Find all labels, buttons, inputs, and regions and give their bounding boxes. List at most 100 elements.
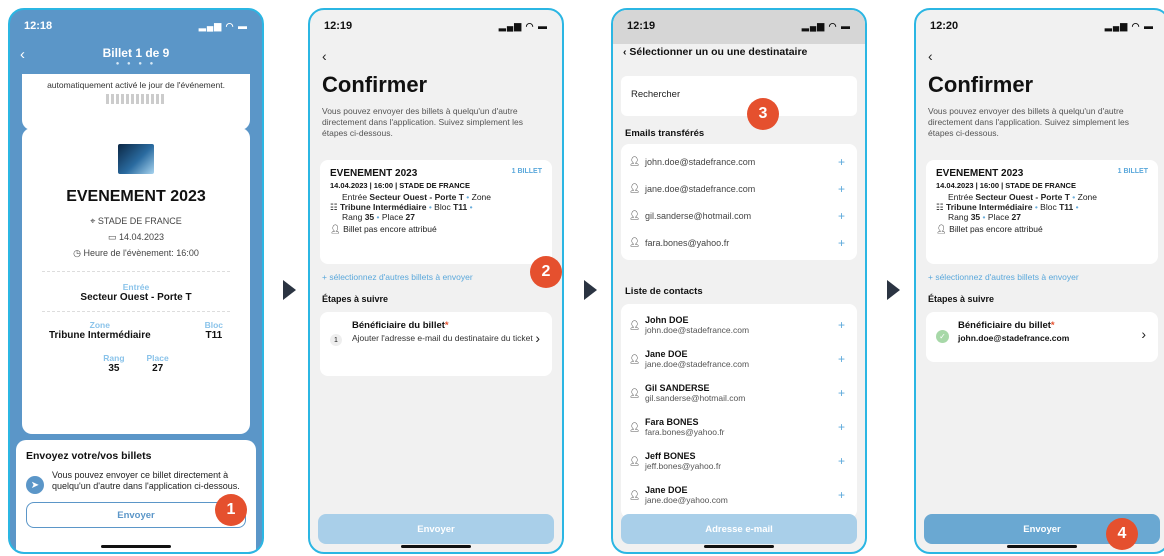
add-icon[interactable]: + (838, 488, 845, 502)
contact-row[interactable]: 👤︎ John DOE john.doe@stadefrance.com + (629, 308, 849, 342)
step-badge-4: 4 (1106, 518, 1138, 550)
email-row[interactable]: 👤︎ gil.sanderse@hotmail.com + (629, 202, 849, 229)
steps-title: Étapes à suivre (322, 294, 389, 304)
add-icon[interactable]: + (838, 155, 845, 169)
back-chevron-icon[interactable]: ‹ (928, 48, 933, 64)
place-value: 27 (152, 363, 164, 374)
zone-label: Zone (471, 192, 491, 202)
email-row[interactable]: 👤︎ fara.bones@yahoo.fr + (629, 229, 849, 256)
home-indicator (704, 545, 774, 548)
person-icon: 👤︎ (936, 224, 950, 235)
send-button[interactable]: Envoyer (318, 514, 554, 544)
pager-dots-icon: ● ● ● ● (115, 61, 157, 67)
select-more-tickets-link[interactable]: + sélectionnez d'autres billets à envoye… (928, 272, 1079, 282)
place-label: Place (381, 211, 404, 222)
place-value: 27 (405, 211, 416, 222)
entree-value: Secteur Ouest - Porte T (80, 292, 192, 303)
next-arrow-icon (887, 280, 900, 300)
add-icon[interactable]: + (838, 420, 845, 434)
seat-icon: ☷ (936, 201, 946, 212)
email-address-button[interactable]: Adresse e-mail (621, 514, 857, 544)
rang-label: Rang (948, 211, 969, 222)
add-icon[interactable]: + (838, 386, 845, 400)
add-icon[interactable]: + (838, 236, 845, 250)
tutorial-stage: 12:18 ▂▄▆ ◠ ▬ ‹ Billet 1 de 9 ● ● ● ● au… (0, 0, 1164, 556)
home-indicator (401, 545, 471, 548)
back-chevron-icon[interactable]: ‹ (322, 48, 327, 64)
contact-row[interactable]: 👤︎ Jeff BONES jeff.bones@yahoo.fr + (629, 444, 849, 478)
home-indicator (1007, 545, 1077, 548)
contact-row[interactable]: 👤︎ Jane DOE jane.doe@yahoo.com + (629, 478, 849, 512)
home-indicator (101, 545, 171, 548)
page-title: Confirmer (928, 72, 1034, 97)
page-subtitle: Vous pouvez envoyer des billets à quelqu… (322, 106, 523, 139)
person-icon: 👤︎ (330, 224, 344, 235)
ticket-count: 1 BILLET (511, 168, 542, 175)
divider (42, 271, 230, 272)
status-time: 12:19 (324, 20, 353, 32)
contact-row[interactable]: 👤︎ Gil SANDERSE gil.sanderse@hotmail.com + (629, 376, 849, 410)
ticket-card: EVENEMENT 2023 ⌖ STADE DE FRANCE ▭ 14.04… (22, 128, 250, 434)
person-icon: 👤︎ (629, 353, 641, 364)
send-description: Vous pouvez envoyer ce billet directemen… (52, 470, 240, 492)
person-icon: 👤︎ (629, 156, 641, 166)
beneficiary-step[interactable]: ✓ Bénéficiaire du billet* john.doe@stade… (926, 312, 1158, 362)
phone-select-recipient: 12:19 ▂▄▆ ◠ ▬ ‹ Sélectionner un ou une d… (611, 8, 867, 554)
add-icon[interactable]: + (838, 318, 845, 332)
contact-email: gil.sanderse@hotmail.com (645, 393, 746, 403)
event-time: Heure de l'évènement: 16:00 (83, 248, 199, 258)
entry-label: Entrée (948, 192, 974, 202)
person-icon: 👤︎ (629, 237, 641, 247)
place-label: Place (987, 211, 1010, 222)
email-text: jane.doe@stadefrance.com (645, 183, 756, 194)
bloc-value: T11 (1059, 201, 1074, 212)
email-row[interactable]: 👤︎ jane.doe@stadefrance.com + (629, 175, 849, 202)
send-button[interactable]: Envoyer (26, 502, 246, 528)
phone-confirm-empty: 12:19 ▂▄▆ ◠ ▬ ‹ Confirmer Vous pouvez en… (308, 8, 564, 554)
rang-label: Rang (342, 211, 363, 222)
contact-name: Jeff BONES (645, 451, 696, 461)
add-icon[interactable]: + (838, 209, 845, 223)
beneficiary-step[interactable]: Bénéficiaire du billet* 1 Ajouter l'adre… (320, 312, 552, 376)
next-arrow-icon (283, 280, 296, 300)
location-pin-icon: ⌖ (90, 216, 98, 226)
select-more-tickets-link[interactable]: + sélectionnez d'autres billets à envoye… (322, 272, 473, 282)
place-value: 27 (1011, 211, 1022, 222)
ticket-status: Billet pas encore attribué (949, 224, 1043, 235)
contact-name: John DOE (645, 315, 689, 325)
rang-value: 35 (108, 363, 120, 374)
status-bar: 12:19 ▂▄▆ ◠ ▬ (324, 18, 548, 34)
ticket-pager-title: Billet 1 de 9 (102, 46, 170, 60)
ticket-count: 1 BILLET (1117, 168, 1148, 175)
email-row[interactable]: 👤︎ john.doe@stadefrance.com + (629, 148, 849, 175)
bloc-value: T11 (205, 330, 223, 341)
divider (42, 311, 230, 312)
person-icon: 👤︎ (629, 489, 641, 500)
contact-email: jeff.bones@yahoo.fr (645, 461, 722, 471)
add-icon[interactable]: + (838, 454, 845, 468)
bloc-value: T11 (453, 201, 468, 212)
phone-confirm-filled: 12:20 ▂▄▆ ◠ ▬ ‹ Confirmer Vous pouvez en… (914, 8, 1164, 554)
event-thumbnail (118, 144, 154, 174)
add-icon[interactable]: + (838, 352, 845, 366)
email-text: fara.bones@yahoo.fr (645, 237, 730, 248)
entry-value: Secteur Ouest - Porte T (975, 192, 1070, 202)
emails-section-title: Emails transférés (625, 128, 705, 139)
contact-name: Gil SANDERSE (645, 383, 710, 393)
ticket-summary-card: EVENEMENT 2023 1 BILLET 14.04.2023 | 16:… (926, 160, 1158, 264)
phone-ticket-view: 12:18 ▂▄▆ ◠ ▬ ‹ Billet 1 de 9 ● ● ● ● au… (8, 8, 264, 554)
rang-value: 35 (970, 211, 981, 222)
calendar-icon: ▭ (107, 232, 119, 242)
email-text: john.doe@stadefrance.com (645, 156, 756, 167)
contact-row[interactable]: 👤︎ Jane DOE jane.doe@stadefrance.com + (629, 342, 849, 376)
bloc-label: Bloc (434, 201, 451, 212)
event-title: EVENEMENT 2023 (330, 168, 418, 179)
search-input[interactable]: Rechercher (621, 76, 857, 116)
signal-wifi-battery-icon: ▂▄▆ ◠ ▬ (801, 20, 851, 31)
contact-row[interactable]: 👤︎ Fara BONES fara.bones@yahoo.fr + (629, 410, 849, 444)
recipient-email: john.doe@stadefrance.com (958, 333, 1070, 343)
add-icon[interactable]: + (838, 182, 845, 196)
steps-title: Étapes à suivre (928, 294, 995, 304)
place-label: Place (146, 353, 169, 363)
ticket-status: Billet pas encore attribué (343, 224, 437, 235)
